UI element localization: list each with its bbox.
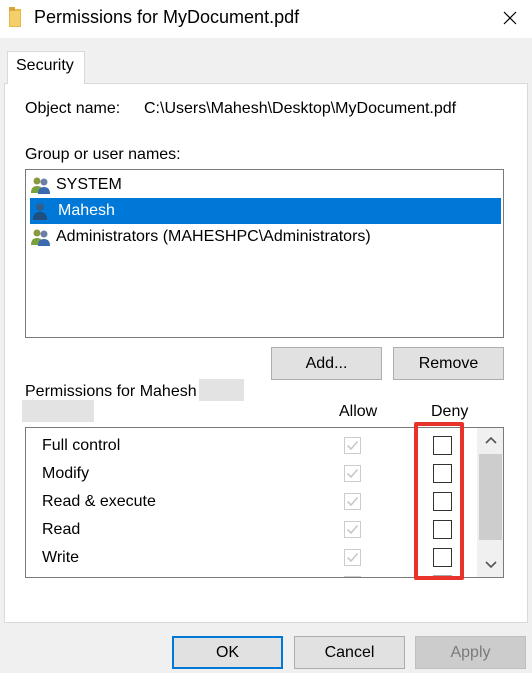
allow-checkbox-full-control[interactable] [344,437,361,454]
permission-row-full-control: Full control [42,432,120,460]
remove-button[interactable]: Remove [393,347,504,380]
title-bar: Permissions for MyDocument.pdf [0,0,532,38]
scroll-up-button[interactable] [477,430,503,450]
permission-name: Modify [42,465,90,482]
deny-checkbox-write[interactable] [433,548,452,567]
scroll-thumb[interactable] [479,454,502,540]
deny-checkbox-partial [433,575,452,577]
permissions-label: Permissions for Mahesh [25,383,197,400]
allow-header: Allow [339,403,378,420]
list-item-label: SYSTEM [56,176,122,193]
permission-row-read: Read [42,516,80,544]
redacted-box [22,400,94,422]
permission-name: Read [42,521,81,538]
permission-name: Full control [42,437,121,454]
list-item-mahesh[interactable]: Mahesh [30,198,501,224]
group-users-icon [31,177,50,194]
permissions-list[interactable]: Full control Modify Read & execute Read … [25,427,504,578]
tab-security[interactable]: Security [7,51,85,84]
allow-checkbox-read-execute[interactable] [344,493,361,510]
allow-checkbox-write[interactable] [344,549,361,566]
list-item-system[interactable]: SYSTEM [30,172,122,198]
chevron-up-icon [484,436,497,444]
folder-icon [9,7,21,27]
list-item-label: Administrators (MAHESHPC\Administrators) [56,228,371,245]
permission-name: Read & execute [42,493,156,510]
permissions-scrollbar[interactable] [477,428,503,577]
allow-checkbox-read[interactable] [344,521,361,538]
allow-checkbox-partial [344,576,361,577]
tab-label: Security [16,57,74,74]
scroll-down-button[interactable] [477,555,503,575]
object-name-value: C:\Users\Mahesh\Desktop\MyDocument.pdf [144,100,457,117]
deny-header: Deny [431,403,469,420]
list-item-label: Mahesh [56,201,117,221]
ok-button[interactable]: OK [172,636,283,669]
close-icon [503,11,517,25]
group-users-icon [31,229,50,246]
close-button[interactable] [488,0,532,36]
user-icon [33,203,47,220]
deny-checkbox-modify[interactable] [433,464,452,483]
group-user-list[interactable]: SYSTEM Mahesh Administrators (MAHESHPC\A… [25,169,504,338]
permission-row-write: Write [42,544,79,572]
cancel-button[interactable]: Cancel [294,636,405,669]
add-button[interactable]: Add... [271,347,382,380]
object-name-label: Object name: [25,100,121,117]
permission-name: Write [42,549,80,566]
list-item-administrators[interactable]: Administrators (MAHESHPC\Administrators) [30,224,371,250]
apply-button[interactable]: Apply [415,636,526,669]
allow-checkbox-modify[interactable] [344,465,361,482]
chevron-down-icon [484,561,497,569]
deny-checkbox-read-execute[interactable] [433,492,452,511]
window-title: Permissions for MyDocument.pdf [34,7,300,27]
deny-checkbox-full-control[interactable] [433,436,452,455]
permission-row-modify: Modify [42,460,89,488]
group-user-label: Group or user names: [25,146,181,163]
permission-row-read-execute: Read & execute [42,488,156,516]
deny-checkbox-read[interactable] [433,520,452,539]
redacted-box [199,379,244,401]
